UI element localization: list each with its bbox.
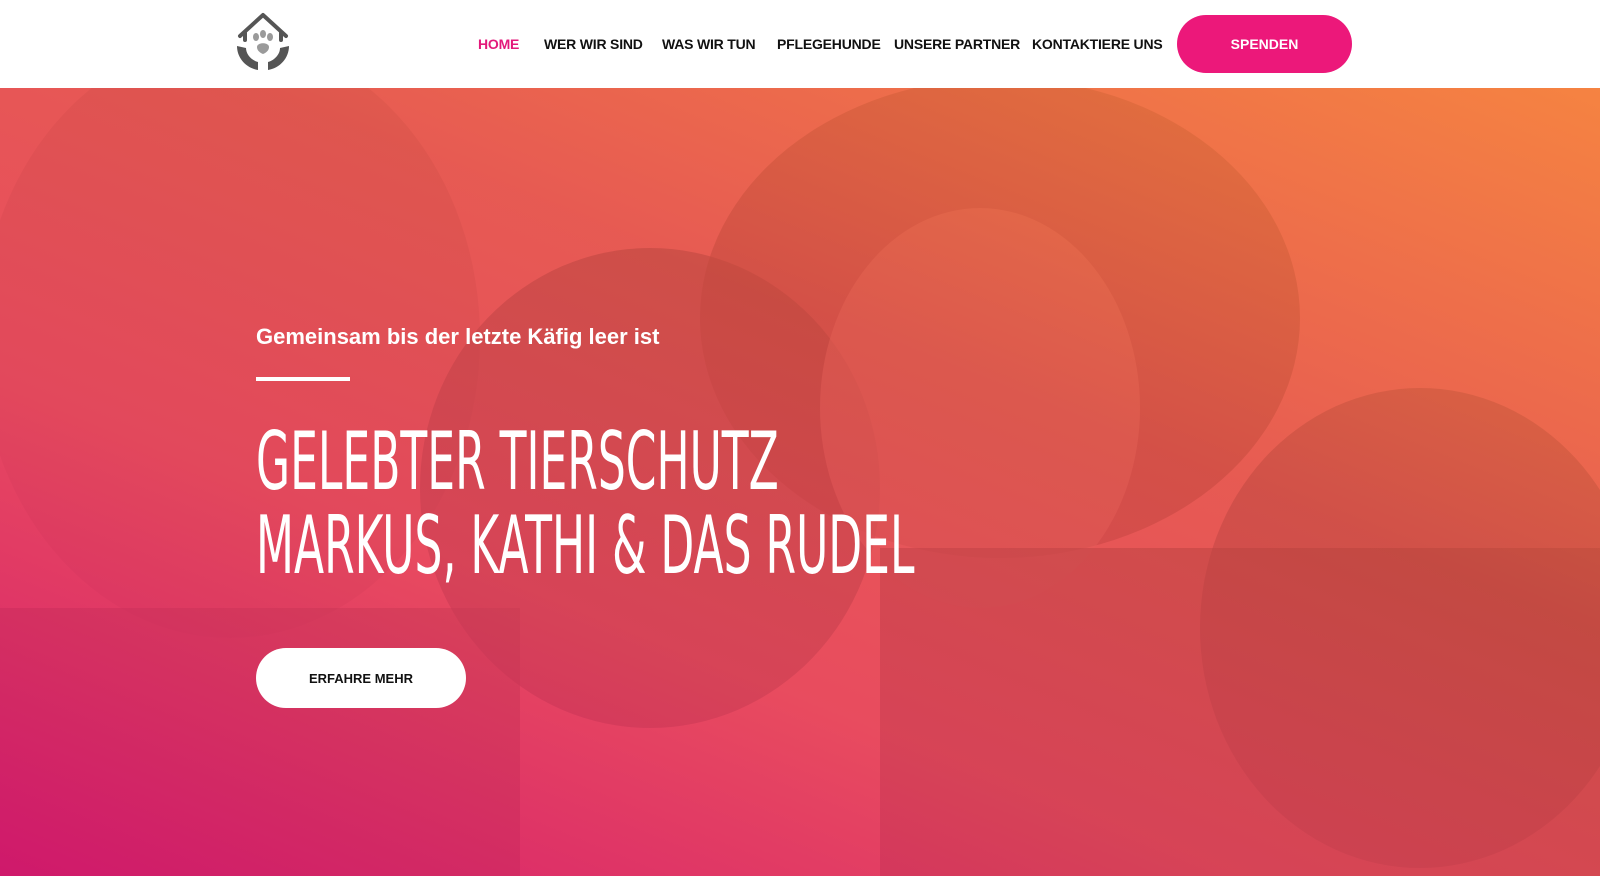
learn-more-button[interactable]: ERFAHRE MEHR: [256, 648, 466, 708]
nav-was-wir-tun[interactable]: WAS WIR TUN: [662, 36, 756, 52]
nav-pflegehunde[interactable]: PFLEGEHUNDE: [777, 36, 881, 52]
hero-title-line-1: Gelebter Tierschutz: [256, 415, 779, 508]
site-header: HOME WER WIR SIND WAS WIR TUN PFLEGEHUND…: [0, 0, 1600, 88]
hero-divider: [256, 377, 350, 381]
nav-wer-wir-sind[interactable]: WER WIR SIND: [544, 36, 643, 52]
logo-house-paw-icon[interactable]: [234, 12, 292, 74]
nav-unsere-partner[interactable]: UNSERE PARTNER: [894, 36, 1020, 52]
donate-button[interactable]: SPENDEN: [1177, 15, 1352, 73]
nav-home[interactable]: HOME: [478, 36, 519, 52]
nav-kontaktiere-uns[interactable]: KONTAKTIERE UNS: [1032, 36, 1163, 52]
hero-eyebrow: Gemeinsam bis der letzte Käfig leer ist: [256, 324, 660, 349]
hero-title-line-2: Markus, Kathi & das Rudel: [256, 499, 915, 592]
hero-section: Gemeinsam bis der letzte Käfig leer ist …: [0, 88, 1600, 876]
hero-title: Gelebter Tierschutz Markus, Kathi & das …: [256, 420, 914, 588]
